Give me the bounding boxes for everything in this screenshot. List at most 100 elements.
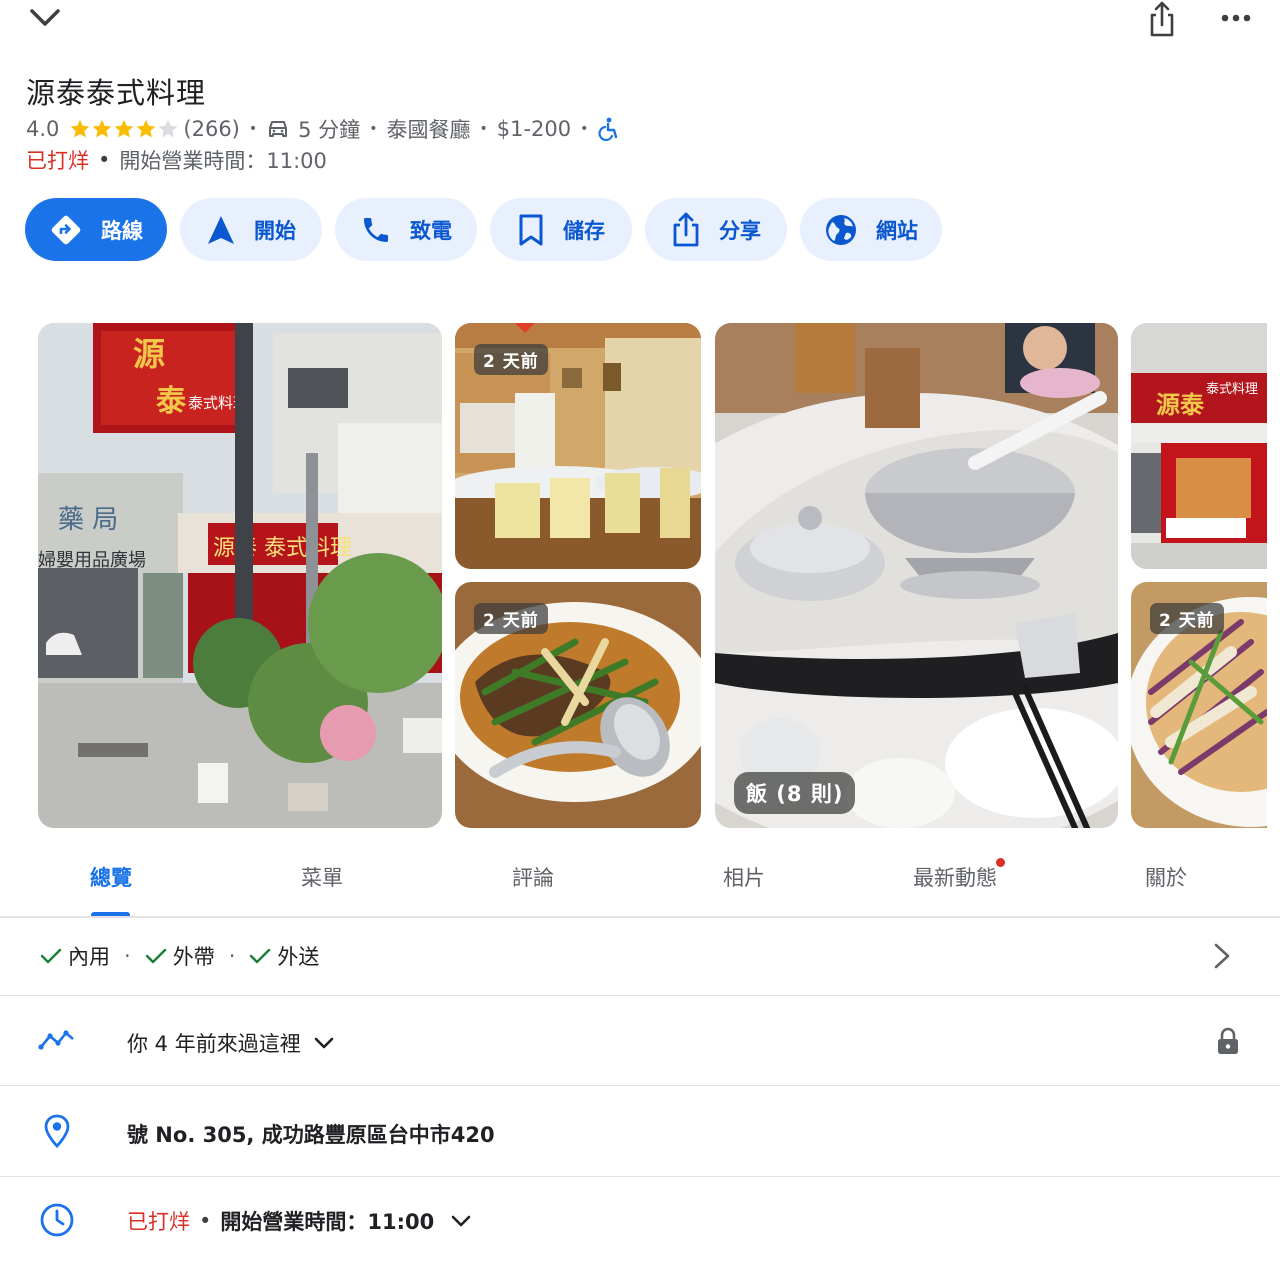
chevron-down-icon	[314, 1037, 334, 1049]
visit-history-text: 你 4 年前來過這裡	[127, 1032, 301, 1056]
check-icon	[40, 948, 62, 964]
opening-hours: 開始營業時間：11:00	[119, 149, 327, 173]
chevron-down-icon	[451, 1215, 471, 1227]
save-button[interactable]: 儲存	[490, 198, 632, 261]
rating-stars	[69, 118, 179, 140]
star-icon	[137, 119, 156, 138]
storefront-2-image: 源泰 泰式料理	[1131, 323, 1267, 569]
tab-reviews[interactable]: 評論	[453, 862, 613, 892]
bookmark-icon	[519, 214, 543, 245]
place-meta: 4.0 (266) • 5 分鐘 • 泰國餐廳 • $1-200 •	[26, 114, 619, 144]
active-tab-indicator	[91, 912, 130, 916]
header-share-button[interactable]	[1140, 0, 1184, 40]
directions-label: 路線	[101, 218, 143, 243]
share-label: 分享	[719, 218, 761, 243]
service-takeout: 外帶	[172, 945, 215, 969]
storefront-image: 藥 局 婦嬰用品廣場 源泰 泰式料理 源 泰 泰式料理	[38, 323, 442, 828]
action-chips: 路線 開始 致電 儲存 分享 網站	[25, 198, 942, 261]
hours-summary: 已打烊 • 開始營業時間：11:00	[127, 1206, 472, 1236]
more-icon	[1221, 14, 1251, 22]
separator: ·	[228, 944, 236, 968]
svg-text:泰式料理: 泰式料理	[1206, 382, 1258, 397]
separator: ·	[124, 944, 131, 968]
visit-history: 你 4 年前來過這裡	[127, 1028, 335, 1058]
photo-storefront[interactable]: 藥 局 婦嬰用品廣場 源泰 泰式料理 源 泰 泰式料理	[38, 323, 442, 828]
visit-history-row[interactable]: 你 4 年前來過這裡	[0, 996, 1280, 1086]
start-button[interactable]: 開始	[180, 198, 322, 261]
rating-value: 4.0	[26, 117, 60, 141]
share-icon	[1150, 1, 1174, 37]
update-dot	[996, 858, 1005, 867]
photo-storefront-2[interactable]: 源泰 泰式料理	[1131, 323, 1267, 569]
separator: •	[580, 121, 589, 137]
location-pin-icon	[44, 1114, 70, 1148]
save-label: 儲存	[563, 218, 605, 243]
call-button[interactable]: 致電	[335, 198, 477, 261]
address-row[interactable]: 號 No. 305, 成功路豐原區台中市420	[0, 1086, 1280, 1177]
timeline-icon	[38, 1030, 74, 1050]
address-text: 號 No. 305, 成功路豐原區台中市420	[127, 1123, 495, 1147]
website-label: 網站	[876, 218, 918, 243]
star-empty-icon	[159, 119, 178, 138]
closed-label: 已打烊	[26, 149, 89, 173]
svg-text:源泰 泰式料理: 源泰 泰式料理	[213, 536, 352, 561]
globe-icon	[826, 214, 856, 245]
svg-text:源泰: 源泰	[1156, 390, 1205, 419]
separator: •	[248, 121, 258, 137]
start-label: 開始	[254, 218, 296, 243]
photo-interior[interactable]: 2 天前	[455, 323, 701, 569]
more-options-button[interactable]	[1214, 4, 1258, 32]
photo-dish[interactable]: 2 天前	[455, 582, 701, 828]
review-count[interactable]: (266)	[183, 117, 239, 141]
tab-updates[interactable]: 最新動態	[875, 862, 1035, 892]
share-button[interactable]: 分享	[645, 198, 787, 261]
clock-icon	[40, 1203, 74, 1237]
car-icon	[269, 121, 288, 137]
website-button[interactable]: 網站	[800, 198, 942, 261]
photo-age-badge: 2 天前	[474, 344, 548, 375]
rice-pot-image	[715, 323, 1118, 828]
tab-overview[interactable]: 總覽	[31, 862, 191, 892]
photo-rice-pot[interactable]: 飯 (8 則)	[715, 323, 1118, 828]
photo-tag-badge: 飯 (8 則)	[734, 772, 856, 814]
separator: •	[199, 1209, 212, 1233]
tab-menu[interactable]: 菜單	[242, 862, 402, 892]
check-icon	[250, 948, 271, 964]
photo-dish-2[interactable]: 2 天前	[1131, 582, 1267, 828]
navigation-arrow-icon	[208, 215, 234, 244]
call-label: 致電	[410, 218, 452, 243]
photo-age-badge: 2 天前	[474, 603, 548, 634]
separator: •	[369, 121, 378, 137]
star-icon	[93, 119, 112, 138]
directions-icon	[51, 215, 81, 244]
wheelchair-accessible-icon[interactable]	[597, 117, 619, 141]
share-icon	[673, 212, 699, 246]
hours-row[interactable]: 已打烊 • 開始營業時間：11:00	[0, 1177, 1280, 1262]
tab-about[interactable]: 關於	[1086, 862, 1246, 892]
svg-text:源: 源	[133, 335, 165, 373]
star-icon	[71, 119, 90, 138]
separator: •	[98, 148, 111, 172]
service-delivery: 外送	[277, 945, 320, 969]
photo-age-badge: 2 天前	[1150, 603, 1224, 634]
separator: •	[479, 121, 488, 137]
star-icon	[115, 119, 134, 138]
tab-bar: 總覽 菜單 評論 相片 最新動態 關於	[0, 840, 1280, 918]
collapse-button[interactable]	[22, 0, 68, 36]
tab-photos[interactable]: 相片	[664, 862, 824, 892]
lock-icon	[1218, 1027, 1238, 1054]
open-status: 已打烊 • 開始營業時間：11:00	[26, 145, 327, 175]
price-range: $1-200	[496, 117, 572, 141]
service-options: 內用 · 外帶 · 外送	[40, 941, 319, 971]
hours-opening-time: 開始營業時間：11:00	[220, 1210, 435, 1234]
chevron-right-icon	[1214, 943, 1230, 969]
svg-text:藥 局: 藥 局	[58, 505, 118, 535]
phone-icon	[364, 217, 388, 242]
svg-text:婦嬰用品廣場: 婦嬰用品廣場	[38, 550, 146, 571]
directions-button[interactable]: 路線	[25, 198, 167, 261]
service-options-row[interactable]: 內用 · 外帶 · 外送	[0, 917, 1280, 996]
svg-text:泰: 泰	[156, 384, 187, 419]
check-icon	[145, 948, 166, 964]
hours-closed-label: 已打烊	[127, 1210, 190, 1234]
place-category: 泰國餐廳	[386, 118, 471, 142]
